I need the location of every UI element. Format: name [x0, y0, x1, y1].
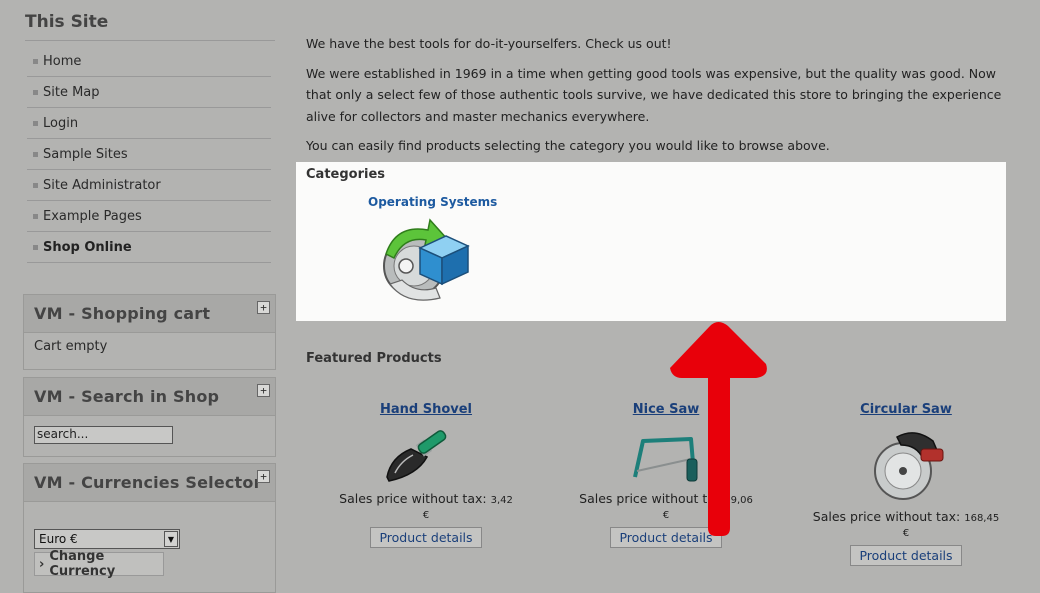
module-title: VM - Shopping cart: [34, 304, 211, 323]
bullet-icon: [33, 151, 38, 157]
button-label: Change Currency: [49, 549, 116, 579]
menu-item-label: Login: [43, 115, 79, 131]
menu-item-site-map[interactable]: Site Map: [27, 77, 271, 108]
product-price: Sales price without tax: 9,06 €: [576, 491, 756, 521]
menu-item-example-pages[interactable]: Example Pages: [27, 201, 271, 232]
currency-select[interactable]: Euro € ▼: [34, 529, 180, 549]
product-price: Sales price without tax: 3,42 €: [336, 491, 516, 521]
category-link-operating-systems[interactable]: Operating Systems: [368, 195, 497, 209]
hand-shovel-icon[interactable]: [381, 419, 471, 489]
bullet-icon: [33, 120, 38, 126]
intro-paragraph: We have the best tools for do-it-yoursel…: [306, 36, 672, 51]
menu-item-sample-sites[interactable]: Sample Sites: [27, 139, 271, 170]
price-label: Sales price without tax:: [579, 491, 727, 506]
menu-item-label: Site Map: [43, 84, 100, 100]
price-label: Sales price without tax:: [339, 491, 487, 506]
menu-item-label: Site Administrator: [43, 177, 161, 193]
product-card: Nice Saw Sales price without tax: 9,06 €…: [576, 402, 756, 548]
module-header: VM - Currencies Selector +: [24, 464, 275, 502]
module-header: VM - Search in Shop +: [24, 378, 275, 416]
module-title: VM - Currencies Selector: [34, 473, 262, 492]
sidebar: This Site Home Site Map Login Sample Sit…: [0, 0, 290, 593]
expand-toggle-icon[interactable]: +: [257, 384, 270, 397]
currency-selected-value: Euro €: [39, 532, 78, 546]
categories-title: Categories: [306, 167, 386, 182]
menu-item-label: Sample Sites: [43, 146, 128, 162]
menu-item-label: Shop Online: [43, 239, 132, 255]
os-install-icon[interactable]: [376, 214, 476, 310]
currency-selector-module: VM - Currencies Selector + Euro € ▼ › Ch…: [23, 463, 276, 593]
intro-text: We have the best tools for do-it-yoursel…: [306, 33, 1006, 165]
search-module: VM - Search in Shop + search...: [23, 377, 276, 457]
product-details-button[interactable]: Product details: [850, 545, 962, 566]
product-details-button[interactable]: Product details: [610, 527, 722, 548]
product-price: Sales price without tax: 168,45 €: [810, 509, 1002, 539]
bullet-icon: [33, 213, 38, 219]
menu-item-label: Home: [43, 53, 82, 69]
change-currency-button[interactable]: › Change Currency: [34, 549, 164, 579]
product-name-link[interactable]: Circular Saw: [810, 402, 1002, 417]
bullet-icon: [33, 58, 38, 64]
bullet-icon: [33, 244, 38, 250]
product-details-button[interactable]: Product details: [370, 527, 482, 548]
expand-toggle-icon[interactable]: +: [257, 301, 270, 314]
module-body: search...: [24, 416, 275, 450]
product-card: Hand Shovel Sales price without tax: 3,4…: [336, 402, 516, 548]
product-name-link[interactable]: Hand Shovel: [336, 402, 516, 417]
dropdown-arrow-icon[interactable]: ▼: [164, 531, 178, 547]
cart-status: Cart empty: [34, 339, 108, 354]
module-body: Euro € ▼ › Change Currency: [24, 502, 275, 582]
menu-item-shop-online[interactable]: Shop Online: [27, 232, 271, 263]
featured-products-title: Featured Products: [306, 351, 442, 366]
hacksaw-icon[interactable]: [621, 419, 711, 489]
menu-item-site-administrator[interactable]: Site Administrator: [27, 170, 271, 201]
hint-paragraph: You can easily find products selecting t…: [306, 138, 830, 153]
expand-toggle-icon[interactable]: +: [257, 470, 270, 483]
chevron-right-icon: ›: [39, 556, 45, 572]
search-input[interactable]: search...: [34, 426, 173, 444]
product-card: Circular Saw Sales price without tax: 16…: [810, 402, 1002, 566]
divider: [25, 40, 275, 41]
module-header: VM - Shopping cart +: [24, 295, 275, 333]
price-label: Sales price without tax:: [812, 509, 961, 524]
bullet-icon: [33, 89, 38, 95]
site-title: This Site: [25, 12, 109, 32]
menu-item-label: Example Pages: [43, 208, 142, 224]
shopping-cart-module: VM - Shopping cart + Cart empty: [23, 294, 276, 370]
history-paragraph: We were established in 1969 in a time wh…: [306, 65, 1002, 124]
module-title: VM - Search in Shop: [34, 387, 220, 406]
menu-item-login[interactable]: Login: [27, 108, 271, 139]
circular-saw-icon[interactable]: [861, 419, 951, 507]
site-menu: Home Site Map Login Sample Sites Site Ad…: [27, 46, 271, 263]
categories-panel: Categories Operating Systems: [296, 162, 1006, 321]
menu-item-home[interactable]: Home: [27, 46, 271, 77]
product-name-link[interactable]: Nice Saw: [576, 402, 756, 417]
bullet-icon: [33, 182, 38, 188]
